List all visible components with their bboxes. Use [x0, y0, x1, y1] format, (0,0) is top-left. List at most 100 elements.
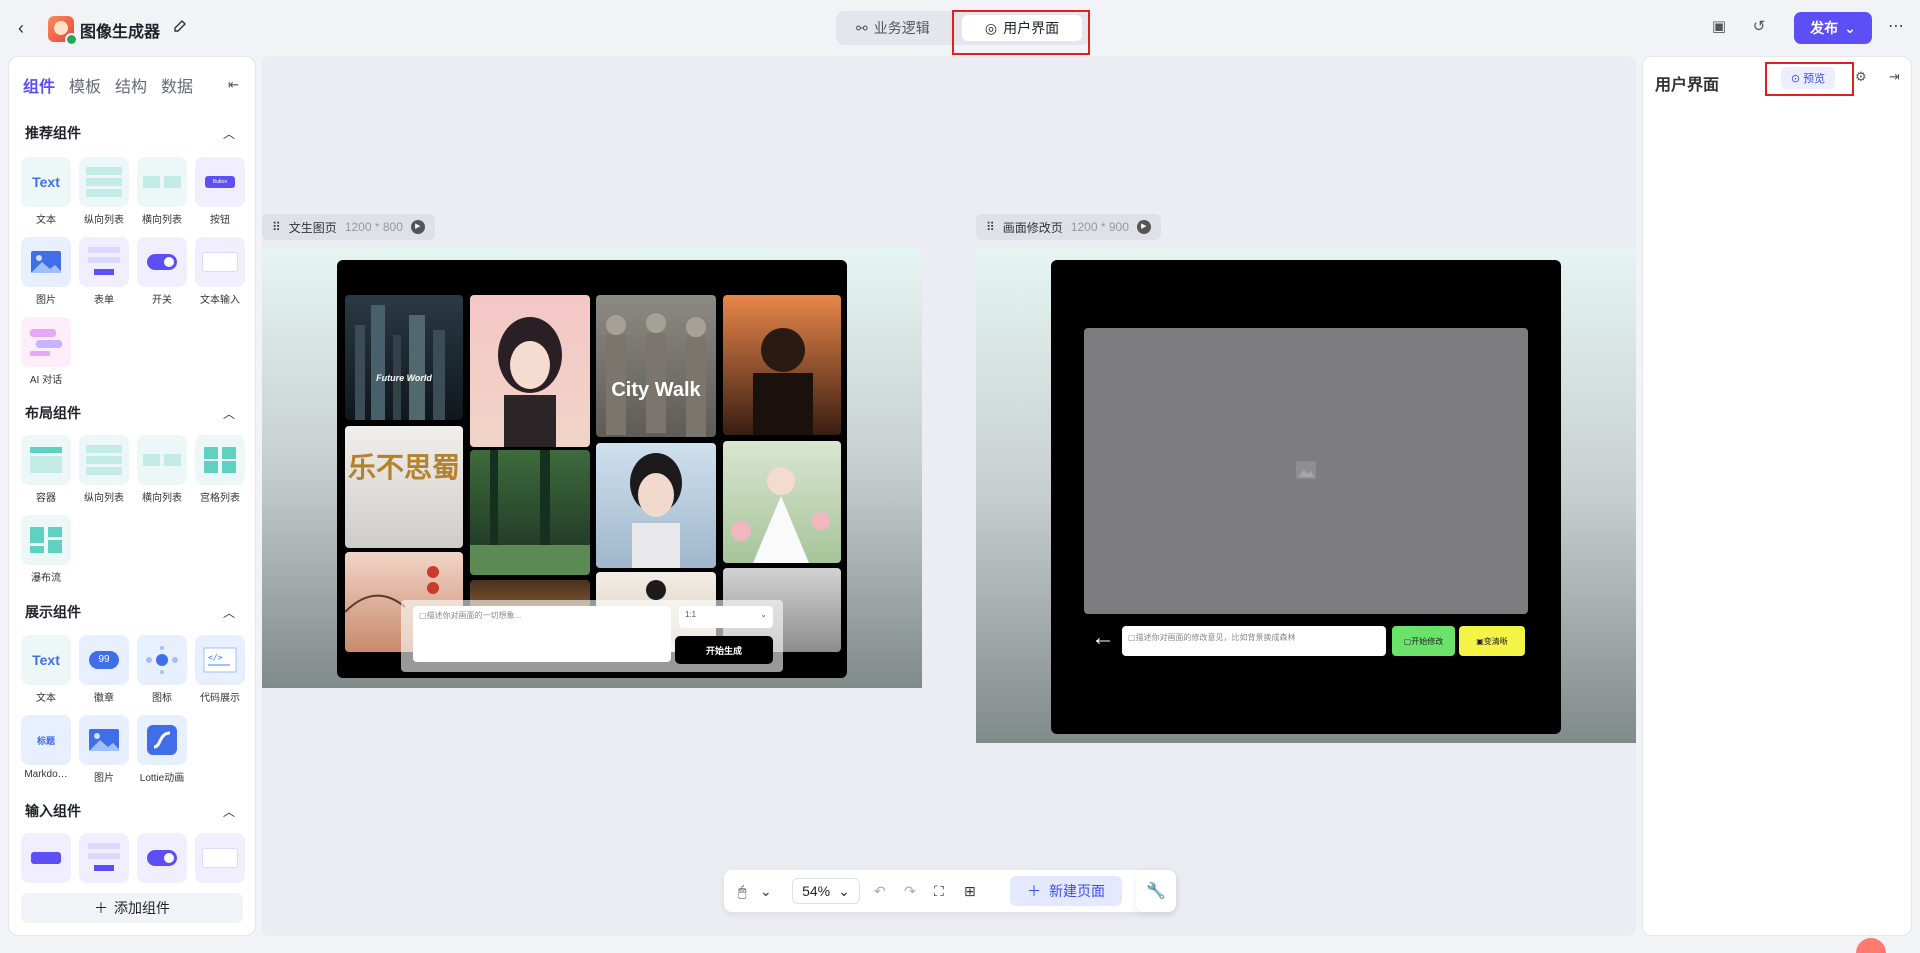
component-input-text[interactable] [195, 833, 245, 883]
play-icon[interactable]: ▶ [1136, 220, 1151, 234]
device-screen: Future World City Walk 乐不思蜀 ▢描述你对画面的一切想象… [337, 260, 847, 678]
tab-data[interactable]: 数据 [161, 73, 193, 97]
assistant-avatar[interactable] [1856, 938, 1886, 953]
gallery-image [596, 443, 716, 568]
chevron-up-icon[interactable]: ︿ [223, 125, 235, 142]
back-arrow-icon[interactable]: ← [1091, 624, 1115, 652]
publish-button[interactable]: 发布 ⌄ [1794, 12, 1872, 44]
component-grid-list[interactable]: 宫格列表 [195, 435, 245, 504]
top-bar: ‹ 图像生成器 ⚯ 业务逻辑 ◎ 用户界面 ▣ ↺ 发布 ⌄ ⋯ [0, 0, 1920, 56]
start-edit-button[interactable]: ▢ 开始修改 [1392, 626, 1455, 656]
mouse-icon[interactable]: 🖱 [738, 880, 746, 902]
component-icon[interactable]: 图标 [137, 635, 187, 704]
clarify-button[interactable]: ▣ 变清晰 [1459, 626, 1525, 656]
section-title: 展示组件 [25, 604, 81, 620]
chevron-down-icon: ⌄ [1844, 19, 1856, 36]
device-screen: ← ▢描述你对画面的修改意见，比如背景换成森林 ▢ 开始修改 ▣ 变清晰 [1051, 260, 1561, 734]
component-display-text[interactable]: Text 文本 [21, 635, 71, 704]
new-page-button[interactable]: ＋ 新建页面 [1010, 876, 1122, 906]
drag-handle-icon[interactable]: ⠿ [986, 220, 995, 234]
section-title: 布局组件 [25, 405, 81, 421]
component-waterfall[interactable]: 瀑布流 [21, 515, 71, 584]
collapse-panel-icon[interactable]: ⇤ [228, 77, 239, 93]
tab-business-logic[interactable]: ⚯ 业务逻辑 [844, 15, 942, 41]
gallery-image: Future World [345, 295, 463, 420]
component-button[interactable]: Button 按钮 [195, 157, 245, 226]
app-title: 图像生成器 [80, 24, 161, 41]
zoom-select[interactable]: 54% ⌄ [792, 878, 860, 904]
gallery-image [470, 450, 590, 575]
frame-label[interactable]: ⠿ 画面修改页 1200 * 900 ▶ [976, 214, 1161, 240]
highlight-box [1765, 62, 1854, 96]
undo-icon[interactable]: ↶ [874, 880, 886, 902]
more-icon[interactable]: ⋯ [1888, 16, 1904, 36]
component-input-button[interactable] [21, 833, 71, 883]
redo-icon[interactable]: ↷ [904, 880, 916, 902]
chevron-down-icon[interactable]: ⌄ [760, 880, 772, 902]
gear-icon[interactable]: ⚙ [1855, 69, 1867, 85]
page-frame-text-to-image[interactable]: Future World City Walk 乐不思蜀 ▢描述你对画面的一切想象… [262, 248, 922, 688]
component-horizontal-list[interactable]: 横向列表 [137, 157, 187, 226]
design-canvas[interactable]: ⠿ 文生图页 1200 * 800 ▶ Future World City Wa… [262, 56, 1636, 936]
gallery-image [470, 295, 590, 447]
prompt-input[interactable]: ▢描述你对画面的一切想象... [413, 606, 671, 662]
component-input-switch[interactable] [137, 833, 187, 883]
component-vertical-list[interactable]: 纵向列表 [79, 157, 129, 226]
chevron-up-icon[interactable]: ︿ [223, 803, 235, 820]
gallery-image: 乐不思蜀 [345, 426, 463, 548]
tab-structure[interactable]: 结构 [115, 73, 147, 97]
component-markdown[interactable]: 标题 Markdo… [21, 715, 71, 780]
gallery-image: City Walk [596, 295, 716, 437]
grid-icon[interactable]: ⊞ [964, 880, 976, 902]
image-icon: ▢ [1128, 633, 1136, 642]
ratio-select[interactable]: 1:1 ⌄ [679, 606, 773, 628]
add-component-button[interactable]: ＋ 添加组件 [21, 893, 243, 923]
drag-handle-icon[interactable]: ⠿ [272, 220, 281, 234]
edit-prompt-input[interactable]: ▢描述你对画面的修改意见，比如背景换成森林 [1122, 626, 1386, 656]
component-horizontal-list[interactable]: 横向列表 [137, 435, 187, 504]
plus-icon: ＋ [1027, 883, 1041, 899]
component-text[interactable]: Text 文本 [21, 157, 71, 226]
history-icon[interactable]: ↺ [1750, 18, 1768, 36]
component-code-display[interactable]: </> 代码展示 [195, 635, 245, 704]
component-panel: 组件 模板 结构 数据 ⇤ 推荐组件 ︿ Text 文本 纵向列表 横向列表 Bu… [8, 56, 256, 936]
flow-icon: ⚯ [856, 20, 868, 36]
edit-icon[interactable] [172, 18, 188, 34]
play-icon[interactable]: ▶ [410, 220, 425, 234]
gallery-image [723, 295, 841, 435]
expand-panel-icon[interactable]: ⇥ [1889, 69, 1900, 85]
component-display-image[interactable]: 图片 [79, 715, 129, 784]
prompt-bar: ▢描述你对画面的一切想象... 1:1 ⌄ 开始生成 [401, 600, 783, 672]
save-icon[interactable]: ▣ [1710, 18, 1728, 36]
back-icon[interactable]: ‹ [18, 16, 38, 40]
properties-panel: 用户界面 ⊙ 预览 ⚙ ⇥ [1642, 56, 1912, 936]
tab-templates[interactable]: 模板 [69, 73, 101, 97]
component-image[interactable]: 图片 [21, 237, 71, 306]
component-input-form[interactable] [79, 833, 129, 883]
component-form[interactable]: 表单 [79, 237, 129, 306]
component-switch[interactable]: 开关 [137, 237, 187, 306]
chevron-up-icon[interactable]: ︿ [223, 405, 235, 422]
component-container[interactable]: 容器 [21, 435, 71, 504]
highlight-box [952, 10, 1090, 55]
panel-title: 用户界面 [1655, 77, 1720, 94]
component-text-input[interactable]: 文本输入 [195, 237, 245, 306]
image-icon: ▣ [1476, 636, 1484, 646]
generate-button[interactable]: 开始生成 [675, 636, 773, 664]
svg-text:</>: </> [208, 653, 223, 662]
component-vertical-list[interactable]: 纵向列表 [79, 435, 129, 504]
chevron-up-icon[interactable]: ︿ [223, 604, 235, 621]
canvas-toolbar: 🖱 ⌄ 54% ⌄ ↶ ↷ ⛶ ⊞ ＋ 新建页面 [724, 870, 1176, 912]
fit-screen-icon[interactable]: ⛶ [934, 880, 944, 902]
wrench-icon[interactable]: 🔧 [1136, 870, 1176, 912]
image-icon [1296, 461, 1316, 479]
frame-label[interactable]: ⠿ 文生图页 1200 * 800 ▶ [262, 214, 435, 240]
component-lottie[interactable]: Lottie动画 [137, 715, 187, 784]
tab-components[interactable]: 组件 [23, 73, 55, 97]
plus-icon: ＋ [94, 900, 108, 916]
sparkle-icon: ▢ [1403, 636, 1412, 646]
component-badge[interactable]: 99 徽章 [79, 635, 129, 704]
component-ai-chat[interactable]: AI 对话 [21, 317, 71, 386]
section-title: 推荐组件 [25, 125, 81, 141]
page-frame-image-edit[interactable]: ← ▢描述你对画面的修改意见，比如背景换成森林 ▢ 开始修改 ▣ 变清晰 [976, 248, 1636, 743]
